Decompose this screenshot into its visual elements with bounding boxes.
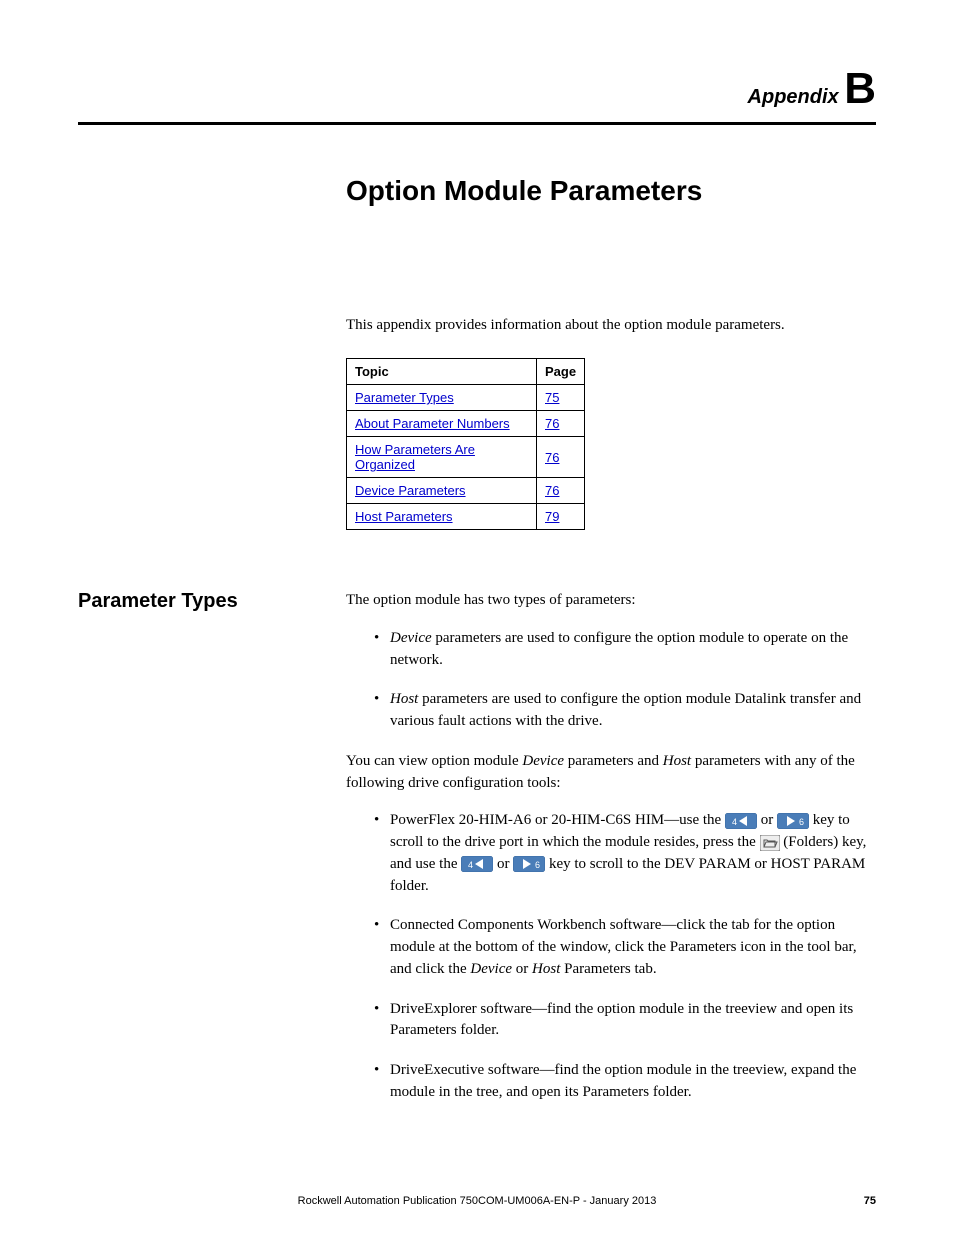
toc-table: Topic Page Parameter Types 75 About Para…	[346, 358, 585, 530]
svg-text:6: 6	[799, 817, 804, 827]
text: You can view option module	[346, 753, 522, 769]
page-number: 75	[864, 1195, 876, 1207]
appendix-prefix: Appendix	[748, 86, 845, 108]
section-parameter-types: Parameter Types The option module has tw…	[78, 590, 876, 1122]
paragraph: You can view option module Device parame…	[346, 751, 876, 795]
right-arrow-key-icon: 6	[777, 813, 809, 829]
text: parameters are used to configure the opt…	[390, 630, 848, 668]
table-row: Device Parameters 76	[347, 478, 585, 504]
emphasis: Device	[470, 961, 512, 977]
toc-page-link[interactable]: 76	[545, 416, 559, 431]
page-title: Option Module Parameters	[346, 175, 876, 207]
table-row: How Parameters Are Organized 76	[347, 437, 585, 478]
text: parameters and	[564, 753, 663, 769]
list-item: DriveExplorer software—find the option m…	[374, 999, 876, 1043]
footer-text: Rockwell Automation Publication 750COM-U…	[298, 1195, 657, 1207]
emphasis: Host	[390, 691, 418, 707]
emphasis: Device	[390, 630, 432, 646]
paragraph: The option module has two types of param…	[346, 590, 876, 612]
bullet-list: Device parameters are used to configure …	[374, 628, 876, 733]
text: or	[761, 812, 777, 828]
left-arrow-key-icon: 4	[725, 813, 757, 829]
toc-page-link[interactable]: 75	[545, 390, 559, 405]
folder-key-icon	[760, 835, 780, 851]
text: Parameters tab.	[560, 961, 656, 977]
toc-page-link[interactable]: 76	[545, 450, 559, 465]
table-row: About Parameter Numbers 76	[347, 411, 585, 437]
list-item: PowerFlex 20-HIM-A6 or 20-HIM-C6S HIM—us…	[374, 810, 876, 897]
toc-page-link[interactable]: 79	[545, 509, 559, 524]
emphasis: Host	[532, 961, 560, 977]
intro-text: This appendix provides information about…	[346, 317, 876, 334]
toc-link[interactable]: About Parameter Numbers	[355, 416, 510, 431]
text: parameters are used to configure the opt…	[390, 691, 861, 729]
section-body: The option module has two types of param…	[346, 590, 876, 1122]
toc-link[interactable]: Host Parameters	[355, 509, 453, 524]
svg-text:6: 6	[535, 860, 540, 870]
divider	[78, 122, 876, 125]
list-item: Host parameters are used to configure th…	[374, 689, 876, 733]
left-arrow-key-icon: 4	[461, 856, 493, 872]
toc-head-page: Page	[537, 359, 585, 385]
text: or	[497, 856, 513, 872]
appendix-header: Appendix B	[78, 64, 876, 114]
list-item: Device parameters are used to configure …	[374, 628, 876, 672]
emphasis: Device	[522, 753, 564, 769]
bullet-list: PowerFlex 20-HIM-A6 or 20-HIM-C6S HIM—us…	[374, 810, 876, 1103]
svg-text:4: 4	[732, 817, 737, 827]
toc-link[interactable]: Parameter Types	[355, 390, 454, 405]
appendix-letter: B	[844, 64, 876, 113]
list-item: Connected Components Workbench software—…	[374, 915, 876, 980]
right-arrow-key-icon: 6	[513, 856, 545, 872]
section-heading: Parameter Types	[78, 590, 346, 613]
table-row: Host Parameters 79	[347, 504, 585, 530]
svg-text:4: 4	[468, 860, 473, 870]
footer: Rockwell Automation Publication 750COM-U…	[78, 1195, 876, 1207]
emphasis: Host	[663, 753, 691, 769]
table-row: Parameter Types 75	[347, 385, 585, 411]
toc-head-topic: Topic	[347, 359, 537, 385]
toc-page-link[interactable]: 76	[545, 483, 559, 498]
toc-link[interactable]: Device Parameters	[355, 483, 466, 498]
toc-link[interactable]: How Parameters Are Organized	[355, 442, 475, 472]
text: PowerFlex 20-HIM-A6 or 20-HIM-C6S HIM—us…	[390, 812, 725, 828]
list-item: DriveExecutive software—find the option …	[374, 1060, 876, 1104]
text: or	[512, 961, 532, 977]
